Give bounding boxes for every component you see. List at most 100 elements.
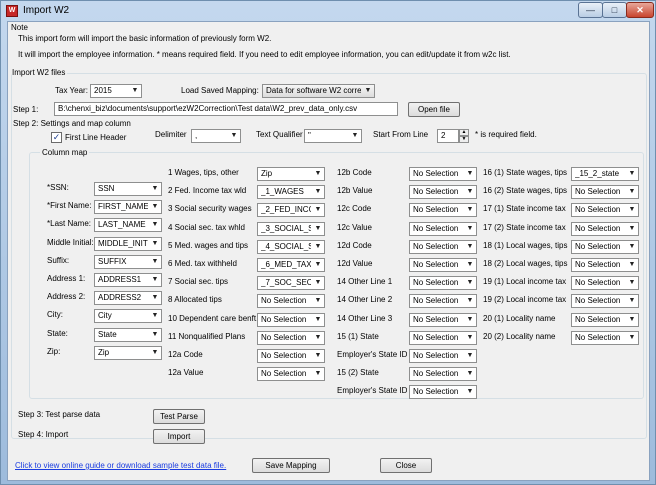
col3-mapping-select[interactable]: No Selection ▼ bbox=[409, 385, 477, 399]
col4-mapping-select[interactable]: No Selection ▼ bbox=[571, 185, 639, 199]
col1-mapping-select[interactable]: State ▼ bbox=[94, 328, 162, 342]
first-line-header-checkbox[interactable]: ✓ bbox=[51, 132, 62, 143]
col3-mapping-select[interactable]: No Selection ▼ bbox=[409, 185, 477, 199]
mapping-value: MIDDLE_INITIA bbox=[98, 239, 148, 248]
col4-field-label: 20 (2) Locality name bbox=[483, 332, 556, 341]
col3-mapping-select[interactable]: No Selection ▼ bbox=[409, 222, 477, 236]
col3-mapping-select[interactable]: No Selection ▼ bbox=[409, 258, 477, 272]
maximize-button[interactable]: □ bbox=[602, 2, 627, 18]
spin-up-icon[interactable]: ▲ bbox=[459, 129, 469, 136]
saved-mapping-select[interactable]: Data for software W2 correc ▼ bbox=[262, 84, 375, 98]
col4-mapping-select[interactable]: No Selection ▼ bbox=[571, 240, 639, 254]
col4-mapping-select[interactable]: No Selection ▼ bbox=[571, 331, 639, 345]
col2-field-label: 10 Dependent care benft. bbox=[168, 314, 259, 323]
test-parse-button[interactable]: Test Parse bbox=[153, 409, 205, 424]
col2-field-label: 1 Wages, tips, other bbox=[168, 168, 239, 177]
open-file-button[interactable]: Open file bbox=[408, 102, 460, 117]
col3-mapping-select[interactable]: No Selection ▼ bbox=[409, 367, 477, 381]
mapping-value: Zip bbox=[98, 348, 110, 357]
col3-mapping-select[interactable]: No Selection ▼ bbox=[409, 240, 477, 254]
col1-mapping-select[interactable]: FIRST_NAME ▼ bbox=[94, 200, 162, 214]
delimiter-select[interactable]: , ▼ bbox=[191, 129, 241, 143]
col2-mapping-select[interactable]: No Selection ▼ bbox=[257, 294, 325, 308]
chevron-down-icon: ▼ bbox=[314, 370, 322, 377]
title-bar[interactable]: W Import W2 — □ ✕ bbox=[1, 1, 655, 21]
tax-year-select[interactable]: 2015 ▼ bbox=[90, 84, 142, 98]
col4-mapping-select[interactable]: No Selection ▼ bbox=[571, 276, 639, 290]
col4-mapping-select[interactable]: No Selection ▼ bbox=[571, 313, 639, 327]
col3-field-label: Employer's State ID bbox=[337, 350, 408, 359]
col1-field-label: Zip: bbox=[47, 347, 61, 356]
chevron-down-icon: ▼ bbox=[466, 279, 474, 286]
spin-down-icon[interactable]: ▼ bbox=[459, 136, 469, 143]
col3-field-label: 15 (1) State bbox=[337, 332, 379, 341]
col1-mapping-select[interactable]: Zip ▼ bbox=[94, 346, 162, 360]
col2-mapping-select[interactable]: Zip ▼ bbox=[257, 167, 325, 181]
mapping-value: No Selection bbox=[575, 242, 621, 251]
mapping-value: No Selection bbox=[413, 369, 459, 378]
col2-field-label: 8 Allocated tips bbox=[168, 295, 222, 304]
col3-mapping-select[interactable]: No Selection ▼ bbox=[409, 313, 477, 327]
chevron-down-icon: ▼ bbox=[314, 316, 322, 323]
col1-mapping-select[interactable]: ADDRESS1 ▼ bbox=[94, 273, 162, 287]
col2-mapping-select[interactable]: _3_SOCIAL_SE▼ bbox=[257, 222, 325, 236]
col4-field-label: 20 (1) Locality name bbox=[483, 314, 556, 323]
mapping-value: No Selection bbox=[575, 315, 621, 324]
col2-mapping-select[interactable]: _6_MED_TAX_ ▼ bbox=[257, 258, 325, 272]
col2-mapping-select[interactable]: _7_SOC_SEC_▼ bbox=[257, 276, 325, 290]
col2-mapping-select[interactable]: No Selection ▼ bbox=[257, 367, 325, 381]
col3-mapping-select[interactable]: No Selection ▼ bbox=[409, 203, 477, 217]
col1-mapping-select[interactable]: City ▼ bbox=[94, 309, 162, 323]
col1-mapping-select[interactable]: LAST_NAME ▼ bbox=[94, 218, 162, 232]
col1-mapping-select[interactable]: ADDRESS2 ▼ bbox=[94, 291, 162, 305]
col1-mapping-select[interactable]: SUFFIX ▼ bbox=[94, 255, 162, 269]
col3-mapping-select[interactable]: No Selection ▼ bbox=[409, 349, 477, 363]
save-mapping-button[interactable]: Save Mapping bbox=[252, 458, 330, 473]
chevron-down-icon: ▼ bbox=[314, 188, 322, 195]
chevron-down-icon: ▼ bbox=[628, 170, 636, 177]
col2-mapping-select[interactable]: _1_WAGES ▼ bbox=[257, 185, 325, 199]
col4-mapping-select[interactable]: _15_2_state ▼ bbox=[571, 167, 639, 181]
col3-field-label: 14 Other Line 1 bbox=[337, 277, 393, 286]
mapping-value: No Selection bbox=[575, 296, 621, 305]
col4-mapping-select[interactable]: No Selection ▼ bbox=[571, 294, 639, 308]
file-path-input[interactable]: B:\chenxi_biz\documents\support\ezW2Corr… bbox=[54, 102, 398, 116]
mapping-value: No Selection bbox=[575, 260, 621, 269]
col3-mapping-select[interactable]: No Selection ▼ bbox=[409, 331, 477, 345]
col4-field-label: 18 (1) Local wages, tips bbox=[483, 241, 568, 250]
import-button[interactable]: Import bbox=[153, 429, 205, 444]
col3-field-label: 12d Code bbox=[337, 241, 372, 250]
col2-mapping-select[interactable]: _4_SOCIAL_SE▼ bbox=[257, 240, 325, 254]
online-guide-link[interactable]: Click to view online guide or download s… bbox=[15, 461, 226, 470]
col3-field-label: 12b Code bbox=[337, 168, 372, 177]
col2-field-label: 6 Med. tax withheld bbox=[168, 259, 237, 268]
step4-label: Step 4: Import bbox=[18, 430, 69, 439]
col3-mapping-select[interactable]: No Selection ▼ bbox=[409, 294, 477, 308]
col3-field-label: 12d Value bbox=[337, 259, 373, 268]
col4-field-label: 19 (2) Local income tax bbox=[483, 295, 567, 304]
chevron-down-icon: ▼ bbox=[314, 243, 322, 250]
col2-mapping-select[interactable]: _2_FED_INCOM▼ bbox=[257, 203, 325, 217]
col1-mapping-select[interactable]: SSN ▼ bbox=[94, 182, 162, 196]
close-window-button[interactable]: ✕ bbox=[626, 2, 654, 18]
chevron-down-icon: ▼ bbox=[628, 297, 636, 304]
col1-field-label: *Last Name: bbox=[47, 219, 92, 228]
col4-mapping-select[interactable]: No Selection ▼ bbox=[571, 203, 639, 217]
start-line-spinner[interactable]: ▲ ▼ bbox=[459, 129, 469, 143]
col2-mapping-select[interactable]: No Selection ▼ bbox=[257, 331, 325, 345]
mapping-value: No Selection bbox=[413, 260, 459, 269]
col2-field-label: 5 Med. wages and tips bbox=[168, 241, 249, 250]
text-qualifier-select[interactable]: " ▼ bbox=[304, 129, 362, 143]
col4-mapping-select[interactable]: No Selection ▼ bbox=[571, 258, 639, 272]
col1-mapping-select[interactable]: MIDDLE_INITIA▼ bbox=[94, 237, 162, 251]
minimize-button[interactable]: — bbox=[578, 2, 603, 18]
close-button[interactable]: Close bbox=[380, 458, 432, 473]
delimiter-label: Delimiter bbox=[155, 130, 187, 139]
start-line-input[interactable]: 2 bbox=[437, 129, 459, 143]
col3-mapping-select[interactable]: No Selection ▼ bbox=[409, 167, 477, 181]
col3-mapping-select[interactable]: No Selection ▼ bbox=[409, 276, 477, 290]
mapping-value: SSN bbox=[98, 184, 115, 193]
col4-mapping-select[interactable]: No Selection ▼ bbox=[571, 222, 639, 236]
col2-mapping-select[interactable]: No Selection ▼ bbox=[257, 313, 325, 327]
col2-mapping-select[interactable]: No Selection ▼ bbox=[257, 349, 325, 363]
